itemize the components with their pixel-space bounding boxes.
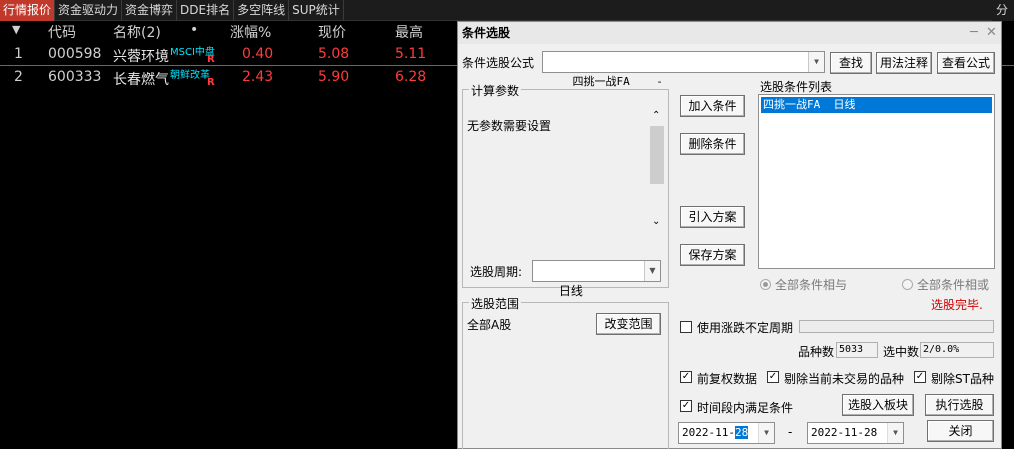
row-tag: 朝鲜改革 <box>170 70 210 81</box>
condition-list-item[interactable]: 四挑一战FA 日线 <box>761 97 992 113</box>
params-scrollbar[interactable]: ⌃ ⌄ <box>649 110 665 232</box>
tab-capital-drive[interactable]: 资金驱动力 <box>55 0 123 21</box>
tab-sup-stats[interactable]: SUP统计 <box>289 0 344 21</box>
row-name: 兴蓉环境 <box>113 49 169 65</box>
chevron-down-icon[interactable]: ▼ <box>644 261 660 281</box>
row-high: 5.11 <box>395 46 427 62</box>
exclude-st-checkbox[interactable]: ✓ <box>914 371 926 383</box>
to-block-button[interactable]: 选股入板块 <box>842 394 914 416</box>
formula-label: 条件选股公式 <box>462 56 535 70</box>
row-code: 600333 <box>48 69 102 85</box>
params-group: 计算参数 无参数需要设置 ⌃ ⌄ 选股周期: 日线 ▼ <box>462 82 669 298</box>
header-dot: • <box>190 22 199 38</box>
chevron-down-icon[interactable]: ▼ <box>808 52 824 72</box>
quote-table-header: ▼ 代码 名称(2) • 涨幅% 现价 最高 <box>0 21 457 43</box>
row-price: 5.90 <box>318 69 350 85</box>
table-row[interactable]: 1 000598 兴蓉环境 MSCI中盘 R 0.40 5.08 5.11 <box>0 44 457 66</box>
tab-quotes[interactable]: 行情报价 <box>0 0 56 21</box>
tab-dde-rank[interactable]: DDE排名 <box>177 0 235 21</box>
radio-all-and[interactable] <box>760 279 771 290</box>
row-name: 长春燃气 <box>113 72 169 88</box>
dialog-title: 条件选股 <box>458 22 1001 44</box>
header-price[interactable]: 现价 <box>318 22 346 42</box>
adjust-checkbox[interactable]: ✓ <box>680 371 692 383</box>
header-code[interactable]: 代码 <box>48 22 76 42</box>
condition-select-dialog: 条件选股 ─ ✕ 条件选股公式 四挑一战FA - ▼ 查找 用法注释 查看公式 … <box>457 21 1002 449</box>
scroll-down-icon[interactable]: ⌄ <box>652 216 660 227</box>
view-formula-button[interactable]: 查看公式 <box>937 52 995 74</box>
usage-note-button[interactable]: 用法注释 <box>876 52 932 74</box>
params-text: 无参数需要设置 <box>467 119 552 133</box>
table-row[interactable]: 2 600333 长春燃气 朝鲜改革 R 2.43 5.90 6.28 <box>0 67 457 89</box>
header-change[interactable]: 涨幅% <box>230 22 271 42</box>
progress-bar <box>799 320 994 333</box>
radio-all-or[interactable] <box>902 279 913 290</box>
radio-all-or-label: 全部条件相或 <box>917 278 990 292</box>
close-icon[interactable]: ✕ <box>986 25 997 40</box>
formula-select[interactable]: 四挑一战FA - ▼ <box>542 51 825 88</box>
exclude-untraded-checkbox[interactable]: ✓ <box>767 371 779 383</box>
row-flag: R <box>207 54 215 65</box>
row-change: 2.43 <box>242 69 274 85</box>
formula-value: 四挑一战FA - <box>572 75 663 88</box>
variable-period-checkbox[interactable] <box>680 321 692 333</box>
period-label: 选股周期: <box>470 265 523 279</box>
range-group-title: 选股范围 <box>469 295 522 312</box>
params-group-title: 计算参数 <box>469 82 522 99</box>
date-to-picker[interactable]: 2022-11-28 ▼ <box>807 422 904 444</box>
period-condition-checkbox[interactable]: ✓ <box>680 400 692 412</box>
date-to-value: 2022-11-28 <box>811 426 878 439</box>
minimize-icon[interactable]: ─ <box>970 25 978 40</box>
radio-all-and-label: 全部条件相与 <box>775 278 848 292</box>
tab-long-short[interactable]: 多空阵线 <box>234 0 290 21</box>
find-button[interactable]: 查找 <box>830 52 872 74</box>
row-index: 2 <box>14 69 23 85</box>
save-plan-button[interactable]: 保存方案 <box>680 244 745 266</box>
date-from-day: 28 <box>734 426 749 439</box>
status-text: 选股完毕. <box>931 298 983 312</box>
exclude-st-label: 剔除ST品种 <box>931 372 994 386</box>
adjust-label: 前复权数据 <box>697 372 758 386</box>
date-separator: - <box>788 425 793 439</box>
date-from-picker[interactable]: 2022-11-28 ▼ <box>678 422 775 444</box>
market-tabbar: 行情报价 资金驱动力 资金博弈 DDE排名 多空阵线 SUP统计 <box>0 0 1014 21</box>
tab-capital-game[interactable]: 资金博弈 <box>122 0 178 21</box>
condition-list-label: 选股条件列表 <box>760 80 833 94</box>
change-range-button[interactable]: 改变范围 <box>596 313 661 335</box>
sort-arrow-icon[interactable]: ▼ <box>12 23 20 36</box>
execute-button[interactable]: 执行选股 <box>925 394 994 416</box>
condition-list[interactable]: 四挑一战FA 日线 <box>758 94 995 269</box>
exclude-untraded-label: 剔除当前未交易的品种 <box>784 372 905 386</box>
row-high: 6.28 <box>395 69 427 85</box>
selected-label: 选中数 <box>883 345 920 359</box>
add-condition-button[interactable]: 加入条件 <box>680 95 745 117</box>
scroll-thumb[interactable] <box>650 126 664 184</box>
period-select[interactable]: 日线 ▼ <box>532 260 661 298</box>
chevron-down-icon[interactable]: ▼ <box>758 423 774 443</box>
range-group: 选股范围 全部A股 改变范围 <box>462 295 669 449</box>
count-field: 5033 <box>836 342 878 358</box>
close-button[interactable]: 关闭 <box>927 420 994 442</box>
range-value: 全部A股 <box>467 318 512 332</box>
row-change: 0.40 <box>242 46 274 62</box>
delete-condition-button[interactable]: 删除条件 <box>680 133 745 155</box>
date-from-prefix: 2022-11- <box>682 426 735 439</box>
row-price: 5.08 <box>318 46 350 62</box>
import-plan-button[interactable]: 引入方案 <box>680 206 745 228</box>
tab-split[interactable]: 分 <box>992 0 1014 21</box>
period-condition-label: 时间段内满足条件 <box>697 401 794 415</box>
scroll-up-icon[interactable]: ⌃ <box>652 110 660 121</box>
variable-period-label: 使用涨跌不定周期 <box>697 321 794 335</box>
row-flag: R <box>207 77 215 88</box>
chevron-down-icon[interactable]: ▼ <box>887 423 903 443</box>
selected-field: 2/0.0% <box>920 342 994 358</box>
header-name[interactable]: 名称(2) <box>113 22 161 42</box>
row-code: 000598 <box>48 46 102 62</box>
row-index: 1 <box>14 46 23 62</box>
period-value: 日线 <box>558 284 583 298</box>
header-high[interactable]: 最高 <box>395 22 423 42</box>
count-label: 品种数 <box>798 345 835 359</box>
